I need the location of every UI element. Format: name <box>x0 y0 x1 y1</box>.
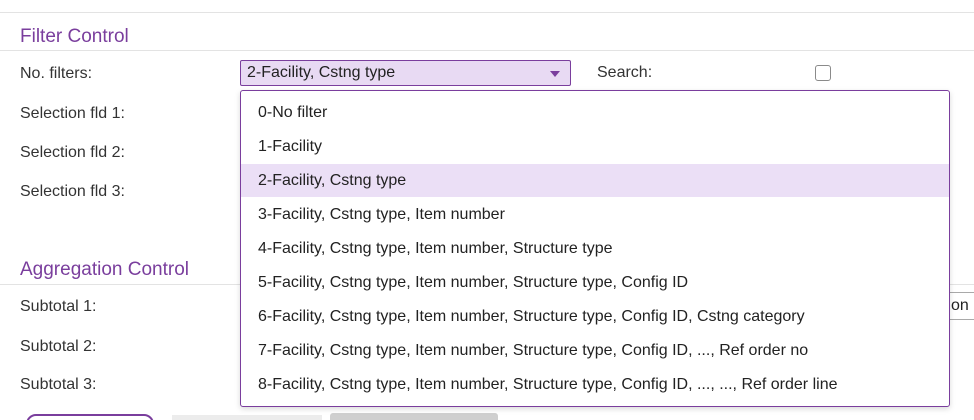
subtotal-3-label: Subtotal 3: <box>20 376 97 393</box>
dropdown-option-1[interactable]: 1-Facility <box>241 130 949 163</box>
no-filters-dropdown-list: 0-No filter 1-Facility 2-Facility, Cstng… <box>240 90 950 407</box>
dropdown-option-5[interactable]: 5-Facility, Cstng type, Item number, Str… <box>241 266 949 299</box>
dropdown-option-0[interactable]: 0-No filter <box>241 96 949 129</box>
selection-fld-1-label: Selection fld 1: <box>20 105 125 122</box>
search-label: Search: <box>597 64 653 81</box>
page: Filter Control No. filters: Selection fl… <box>0 0 974 420</box>
selection-fld-3-label: Selection fld 3: <box>20 183 125 200</box>
subtotal-2-label: Subtotal 2: <box>20 338 97 355</box>
dropdown-option-2[interactable]: 2-Facility, Cstng type <box>241 164 949 197</box>
dropdown-option-7[interactable]: 7-Facility, Cstng type, Item number, Str… <box>241 334 949 367</box>
aggregation-control-title: Aggregation Control <box>20 259 189 280</box>
dropdown-option-4[interactable]: 4-Facility, Cstng type, Item number, Str… <box>241 232 949 265</box>
dropdown-option-8[interactable]: 8-Facility, Cstng type, Item number, Str… <box>241 368 949 401</box>
search-checkbox[interactable] <box>815 65 831 81</box>
subtotal-1-label: Subtotal 1: <box>20 298 97 315</box>
no-filters-label: No. filters: <box>20 65 93 82</box>
toolbar-segment <box>330 413 498 420</box>
filter-control-title: Filter Control <box>20 26 129 47</box>
selection-fld-2-label: Selection fld 2: <box>20 144 125 161</box>
section-divider <box>0 12 974 13</box>
section-divider <box>0 50 974 51</box>
chevron-down-icon[interactable] <box>550 71 560 77</box>
toolbar-segment <box>172 415 322 420</box>
no-filters-select-value: 2-Facility, Cstng type <box>247 64 396 81</box>
subtotal-1-select-value: on <box>951 297 969 314</box>
no-filters-select[interactable]: 2-Facility, Cstng type <box>240 60 571 86</box>
dropdown-option-3[interactable]: 3-Facility, Cstng type, Item number <box>241 198 949 231</box>
action-button[interactable] <box>26 414 154 420</box>
dropdown-option-6[interactable]: 6-Facility, Cstng type, Item number, Str… <box>241 300 949 333</box>
